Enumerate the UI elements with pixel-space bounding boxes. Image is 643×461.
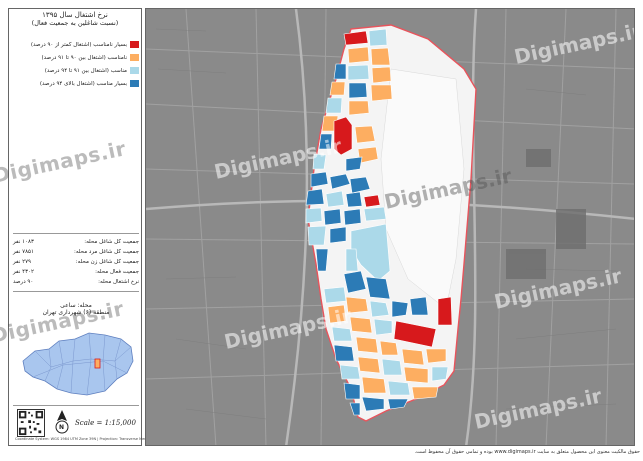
legend-item-poor: نامناسب (اشتغال بین ۹۰ تا ۹۱ درصد) [13,52,139,63]
stat-value: ۴۳۰۲ نفر [13,269,34,275]
stat-value: ۹۰ درصد [13,279,34,285]
stat-label: جمعیت کل شاغل مرد محله: [74,249,139,255]
legend-swatch [130,67,139,74]
stats-table: جمعیت کل شاغل محله: ۱۰۸۳ نفر جمعیت کل شا… [13,237,139,287]
stat-row: جمعیت کل شاغل محله: ۱۰۸۳ نفر [13,237,139,247]
legend-swatch [130,80,139,87]
stat-row: جمعیت کل شاغل مرد محله: ۷۸۵۱ نفر [13,247,139,257]
stat-row: جمعیت کل شاغل زن محله: ۲۷۹ نفر [13,257,139,267]
stat-row: نرخ اشتغال محله: ۹۰ درصد [13,277,139,287]
legend-label: بسیار مناسب (اشتغال بالای ۹۴ درصد) [39,80,127,87]
scale-text: Scale = 1:15,000 [75,419,136,427]
map-canvas: Digimaps.ir Digimaps.ir Digimaps.ir Digi… [146,9,634,445]
legend-label: مناسب (اشتغال بین ۹۱ تا ۹۴ درصد) [44,67,127,74]
stat-label: جمعیت کل شاغل محله: [84,239,139,245]
divider [13,291,139,292]
qr-code-icon [17,409,45,437]
map-subtitle: (نسبت شاغلین به جمعیت فعال) [31,19,119,27]
legend-item-very-good: بسیار مناسب (اشتغال بالای ۹۴ درصد) [13,78,139,89]
legend-label: بسیار نامناسب (اشتغال کمتر از ۹۰ درصد) [30,41,127,48]
coordinate-note: Coordinate System: WGS 1984 UTM Zone 39N… [15,437,155,441]
legend-swatch [130,41,139,48]
legend: بسیار نامناسب (اشتغال کمتر از ۹۰ درصد) ن… [13,39,139,91]
legend-panel: نرخ اشتغال سال ۱۳۹۵ (نسبت شاغلین به جمعی… [8,8,155,446]
legend-swatch [130,54,139,61]
stat-value: ۲۷۹ نفر [13,259,31,265]
stat-label: جمعیت فعال محله: [95,269,139,275]
stat-value: ۷۸۵۱ نفر [13,249,34,255]
north-label: N [59,424,65,431]
stat-row: جمعیت فعال محله: ۴۳۰۲ نفر [13,267,139,277]
divider [13,233,139,234]
divider [13,405,139,406]
copyright-note: حقوق مالکیت معنوی این محصول متعلق به سای… [414,449,640,455]
stat-label: نرخ اشتغال محله: [98,279,139,285]
map-title: نرخ اشتغال سال ۱۳۹۵ [42,11,108,19]
footer-block: N Scale = 1:15,000 Coordinate System: WG… [15,407,155,443]
legend-item-good: مناسب (اشتغال بین ۹۱ تا ۹۴ درصد) [13,65,139,76]
stat-value: ۱۰۸۳ نفر [13,239,34,245]
legend-label: نامناسب (اشتغال بین ۹۰ تا ۹۱ درصد) [41,54,128,61]
north-arrow-icon [55,410,69,434]
highlighted-district [94,358,101,369]
map-view[interactable]: Digimaps.ir Digimaps.ir Digimaps.ir Digi… [145,8,635,446]
map-sheet: نرخ اشتغال سال ۱۳۹۵ (نسبت شاغلین به جمعی… [0,0,643,461]
legend-item-very-poor: بسیار نامناسب (اشتغال کمتر از ۹۰ درصد) [13,39,139,50]
title-block: نرخ اشتغال سال ۱۳۹۵ (نسبت شاغلین به جمعی… [9,9,141,27]
stat-label: جمعیت کل شاغل زن محله: [75,259,139,265]
